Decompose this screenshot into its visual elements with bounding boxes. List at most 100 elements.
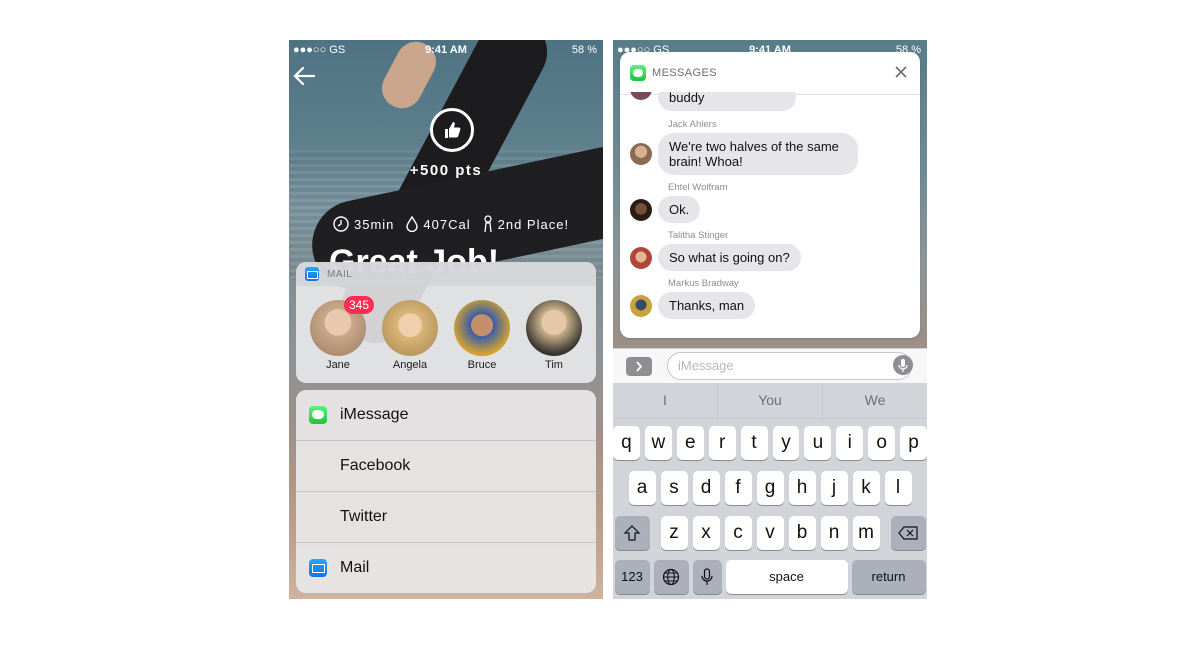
- shift-icon: [623, 525, 641, 541]
- key-r[interactable]: r: [708, 426, 736, 460]
- backspace-icon: [898, 526, 918, 540]
- message-row: So what is going on?: [620, 244, 920, 271]
- key-x[interactable]: x: [692, 516, 720, 550]
- sender-name: Markus Bradway: [668, 278, 739, 289]
- key-row-2: a s d f g h j k l: [613, 471, 927, 505]
- mail-card-header: MAIL: [296, 262, 596, 286]
- key-z[interactable]: z: [660, 516, 688, 550]
- imessage-icon: [309, 406, 327, 424]
- close-icon[interactable]: [894, 65, 908, 79]
- key-j[interactable]: j: [820, 471, 848, 505]
- stat-place: 2nd Place!: [483, 215, 569, 233]
- key-b[interactable]: b: [788, 516, 816, 550]
- prediction-2[interactable]: You: [718, 383, 823, 418]
- clock-icon: [333, 216, 349, 232]
- key-a[interactable]: a: [628, 471, 656, 505]
- backspace-key[interactable]: [890, 516, 926, 550]
- key-h[interactable]: h: [788, 471, 816, 505]
- key-v[interactable]: v: [756, 516, 784, 550]
- avatar: [630, 143, 652, 165]
- return-key[interactable]: return: [851, 560, 926, 594]
- key-d[interactable]: d: [692, 471, 720, 505]
- contact-name: Tim: [545, 359, 563, 371]
- key-p[interactable]: p: [900, 426, 927, 460]
- contact-tim[interactable]: Tim: [524, 300, 584, 371]
- message-bubble: We're two halves of the same brain! Whoa…: [658, 133, 858, 175]
- globe-key[interactable]: [653, 560, 689, 594]
- share-mail[interactable]: Mail: [296, 543, 596, 593]
- message-row: buddy: [620, 92, 920, 111]
- status-time: 9:41 AM: [425, 44, 467, 56]
- key-o[interactable]: o: [868, 426, 896, 460]
- space-key[interactable]: space: [725, 560, 848, 594]
- key-k[interactable]: k: [852, 471, 880, 505]
- chevron-right-icon: [636, 361, 643, 372]
- key-s[interactable]: s: [660, 471, 688, 505]
- message-bubble: So what is going on?: [658, 244, 801, 271]
- avatar: [630, 92, 652, 100]
- contact-list: 345 Jane Angela Bruce Tim: [296, 286, 596, 371]
- imessage-input[interactable]: iMessage: [667, 352, 912, 380]
- prediction-1[interactable]: I: [613, 383, 718, 418]
- key-t[interactable]: t: [740, 426, 768, 460]
- microphone-icon: [701, 568, 713, 585]
- key-i[interactable]: i: [836, 426, 864, 460]
- key-row-1: q w e r t y u i o p: [613, 426, 927, 460]
- sender-name: Jack Ahlers: [668, 119, 717, 130]
- avatar: [630, 294, 652, 317]
- unread-badge: 345: [343, 296, 374, 314]
- key-u[interactable]: u: [804, 426, 832, 460]
- share-option-label: Twitter: [340, 508, 388, 525]
- key-m[interactable]: m: [852, 516, 880, 550]
- contact-name: Angela: [392, 359, 428, 371]
- microphone-button[interactable]: [893, 355, 913, 375]
- status-bar: ●●●○○ GS 9:41 AM 58 %: [289, 40, 603, 60]
- key-l[interactable]: l: [884, 471, 912, 505]
- avatar: [454, 300, 510, 356]
- shift-key[interactable]: [614, 516, 650, 550]
- key-row-4: 123 space return: [613, 560, 927, 594]
- contact-bruce[interactable]: Bruce: [452, 300, 512, 371]
- share-twitter[interactable]: Twitter: [296, 492, 596, 543]
- key-c[interactable]: c: [724, 516, 752, 550]
- contact-angela[interactable]: Angela: [380, 300, 440, 371]
- share-facebook[interactable]: Facebook: [296, 441, 596, 492]
- mail-app-icon: [305, 267, 319, 281]
- messages-card-title: MESSAGES: [652, 67, 717, 79]
- share-option-label: iMessage: [340, 406, 409, 423]
- key-f[interactable]: f: [724, 471, 752, 505]
- battery-label: 58 %: [571, 44, 597, 56]
- key-row-3: z x c v b n m: [613, 516, 927, 550]
- key-g[interactable]: g: [756, 471, 784, 505]
- key-w[interactable]: w: [644, 426, 672, 460]
- expand-apps-button[interactable]: [626, 357, 652, 376]
- key-e[interactable]: e: [676, 426, 704, 460]
- prediction-3[interactable]: We: [823, 383, 927, 418]
- predictive-bar: I You We: [613, 383, 927, 419]
- messages-app-icon: [630, 65, 646, 81]
- key-q[interactable]: q: [613, 426, 640, 460]
- message-row: Ok.: [620, 196, 920, 223]
- avatar: [630, 198, 652, 221]
- share-options-list: iMessage Facebook Twitter Mail: [296, 390, 596, 593]
- share-option-label: Facebook: [340, 457, 411, 474]
- sender-name: Ehtel Wolfram: [668, 182, 728, 193]
- left-phone-screen: ●●●○○ GS 9:41 AM 58 % +500 pts 35min 407…: [289, 40, 603, 599]
- numbers-key[interactable]: 123: [614, 560, 650, 594]
- share-option-label: Mail: [340, 559, 370, 576]
- share-imessage[interactable]: iMessage: [296, 390, 596, 441]
- message-bubble: Thanks, man: [658, 292, 756, 319]
- messages-card-header: MESSAGES: [620, 52, 920, 95]
- message-thread: buddy Jack Ahlers We're two halves of th…: [620, 92, 920, 338]
- back-arrow-icon[interactable]: [293, 66, 319, 88]
- avatar: [382, 300, 438, 356]
- key-n[interactable]: n: [820, 516, 848, 550]
- like-button[interactable]: [430, 108, 474, 152]
- key-y[interactable]: y: [772, 426, 800, 460]
- message-bubble: buddy: [658, 92, 797, 111]
- message-row: Thanks, man: [620, 292, 920, 319]
- contact-jane[interactable]: 345 Jane: [308, 296, 374, 371]
- avatar: [630, 246, 652, 269]
- dictation-key[interactable]: [692, 560, 722, 594]
- stat-place-value: 2nd Place!: [497, 216, 570, 232]
